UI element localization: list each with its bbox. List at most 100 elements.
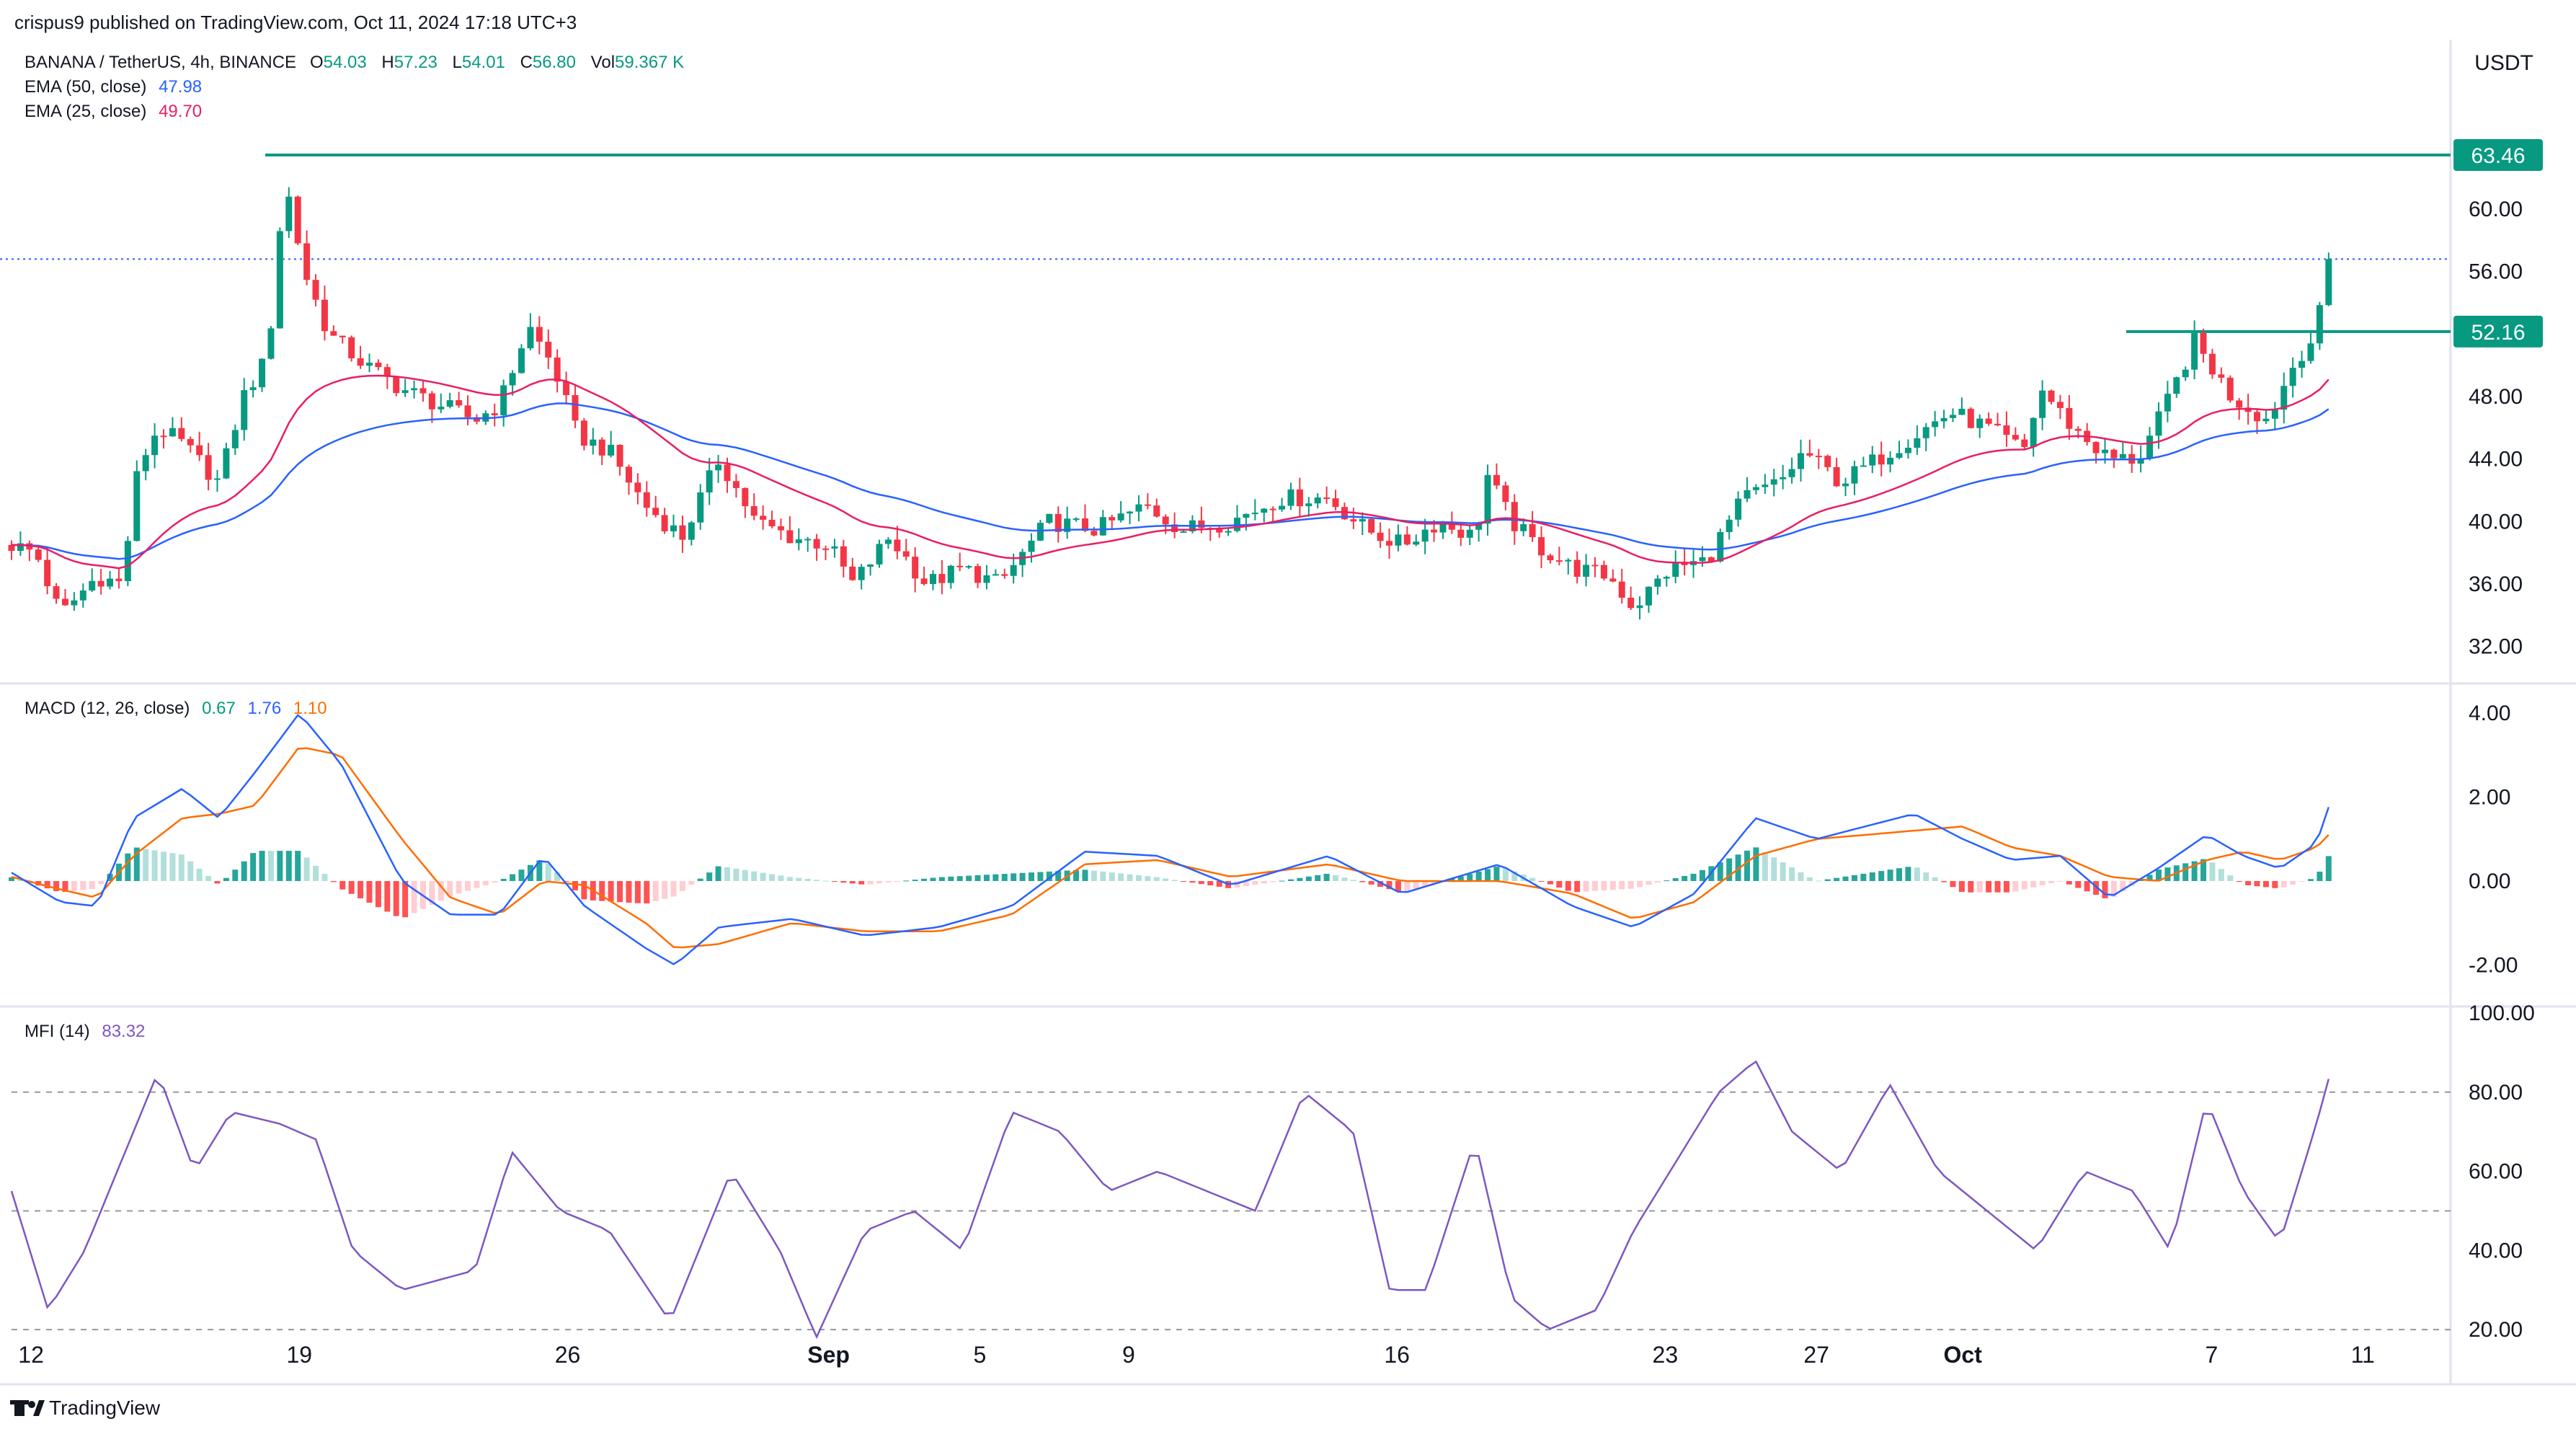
candle-body	[670, 525, 678, 531]
candle	[1914, 425, 1921, 455]
mfi-tick-label: 60.00	[2469, 1160, 2523, 1184]
candle	[1127, 510, 1134, 524]
candle	[938, 559, 946, 595]
macd-histogram-bar	[2325, 856, 2332, 881]
ema25-label: EMA (25, close)	[25, 102, 146, 121]
candle	[2280, 372, 2288, 424]
brand-name: TradingView	[49, 1397, 161, 1419]
macd-histogram-bar	[688, 880, 695, 885]
candle-body	[634, 482, 641, 492]
candle	[590, 428, 597, 455]
candle-body	[1251, 513, 1258, 515]
candle	[643, 481, 650, 517]
candle	[1144, 493, 1151, 510]
price-axis: 60.0056.0052.0048.0044.0040.0036.0032.00	[2469, 198, 2523, 659]
macd-histogram-bar	[2164, 867, 2171, 881]
candle-body	[831, 546, 838, 549]
macd-histogram-bar	[1699, 870, 1705, 881]
candle	[79, 583, 86, 609]
candle	[1806, 439, 1813, 458]
macd-histogram-bar	[814, 880, 820, 881]
macd-histogram-bar	[992, 874, 999, 881]
candle-body	[1788, 469, 1795, 477]
candle	[679, 516, 686, 553]
candle	[1833, 457, 1840, 487]
pane-separators	[0, 40, 2576, 1386]
candle-body	[590, 439, 597, 446]
candle	[625, 464, 632, 495]
macd-histogram-bar	[1941, 880, 1947, 882]
svg-text:MFI (14) 83.32: MFI (14) 83.32	[25, 1022, 145, 1041]
macd-histogram-bar	[250, 853, 257, 881]
candle	[965, 565, 972, 570]
macd-histogram-bar	[1842, 876, 1849, 881]
candle	[2039, 380, 2046, 430]
macd-histogram-bar	[151, 850, 158, 881]
candle	[1672, 550, 1679, 583]
candle	[401, 379, 409, 397]
macd-histogram-bar	[912, 880, 918, 881]
candle-body	[1565, 559, 1572, 562]
time-tick-label: 7	[2205, 1342, 2218, 1368]
candle	[196, 431, 203, 461]
macd-histogram-bar	[267, 851, 274, 881]
macd-histogram-bar	[938, 877, 945, 881]
candle-body	[2254, 412, 2261, 422]
candle	[1717, 528, 1724, 563]
macd-histogram-bar	[500, 878, 507, 881]
ema50-legend: EMA (50, close) 47.98	[25, 77, 202, 97]
macd-histogram-bar	[1467, 874, 1473, 881]
candle	[760, 505, 767, 530]
price-tick-label: 32.00	[2469, 635, 2523, 659]
macd-histogram-bar	[1986, 880, 1992, 893]
candle-body	[768, 519, 776, 526]
macd-histogram-bar	[1574, 880, 1581, 893]
candle	[500, 379, 507, 427]
macd-histogram-bar	[1869, 872, 1875, 881]
candle-body	[608, 444, 615, 456]
ema25-legend: EMA (25, close) 49.70	[25, 102, 202, 121]
macd-histogram-bar	[357, 880, 364, 898]
candle	[1878, 441, 1885, 477]
candle	[527, 313, 534, 350]
macd-histogram-bar	[1619, 880, 1625, 890]
candle	[598, 437, 605, 466]
mfi-line	[10, 1060, 2330, 1340]
macd-histogram-bar	[1851, 875, 1857, 881]
candle-body	[1815, 456, 1822, 458]
candle	[1663, 575, 1670, 587]
ema50-label: EMA (50, close)	[25, 77, 146, 97]
candle	[884, 536, 892, 549]
candle-body	[1940, 417, 1947, 422]
macd-histogram-bar	[1780, 862, 1786, 881]
candle-body	[1287, 489, 1294, 506]
candle	[1744, 477, 1751, 503]
chart-canvas[interactable]: crispus9 published on TradingView.com, O…	[0, 0, 2576, 1429]
candle-body	[53, 586, 60, 599]
macd-histogram-bar	[1100, 871, 1106, 881]
mfi-label: MFI (14)	[25, 1022, 90, 1041]
candle	[1967, 407, 1974, 429]
svg-text:MACD (12, 26, close) 0.6: MACD (12, 26, close) 0.67 1.76 1.10	[25, 699, 327, 718]
candle-body	[518, 348, 525, 373]
macd-histogram-bar	[1359, 880, 1366, 882]
candle-body	[1851, 466, 1858, 484]
macd-histogram-bar	[697, 878, 703, 881]
candle	[1359, 512, 1366, 536]
candle	[1466, 525, 1473, 546]
candle-body	[491, 413, 498, 416]
macd-histogram-bar	[1762, 852, 1768, 881]
candle	[777, 518, 784, 540]
candle-body	[1109, 517, 1116, 521]
time-axis: 12 19 26 Sep 5 9 16 23 27 Oct 7 11	[18, 1342, 2375, 1368]
macd-histogram-bar	[2066, 880, 2072, 885]
macd-histogram-bar	[1163, 878, 1169, 881]
candle	[2218, 367, 2225, 384]
candle	[1958, 397, 1966, 415]
candle	[2200, 328, 2207, 363]
symbol-legend: BANANA / TetherUS, 4h, BINANCE O54.03 H5…	[25, 53, 684, 121]
candle-body	[1860, 465, 1867, 467]
candle	[1573, 551, 1581, 584]
candle-body	[151, 435, 159, 456]
candle	[1368, 518, 1375, 535]
